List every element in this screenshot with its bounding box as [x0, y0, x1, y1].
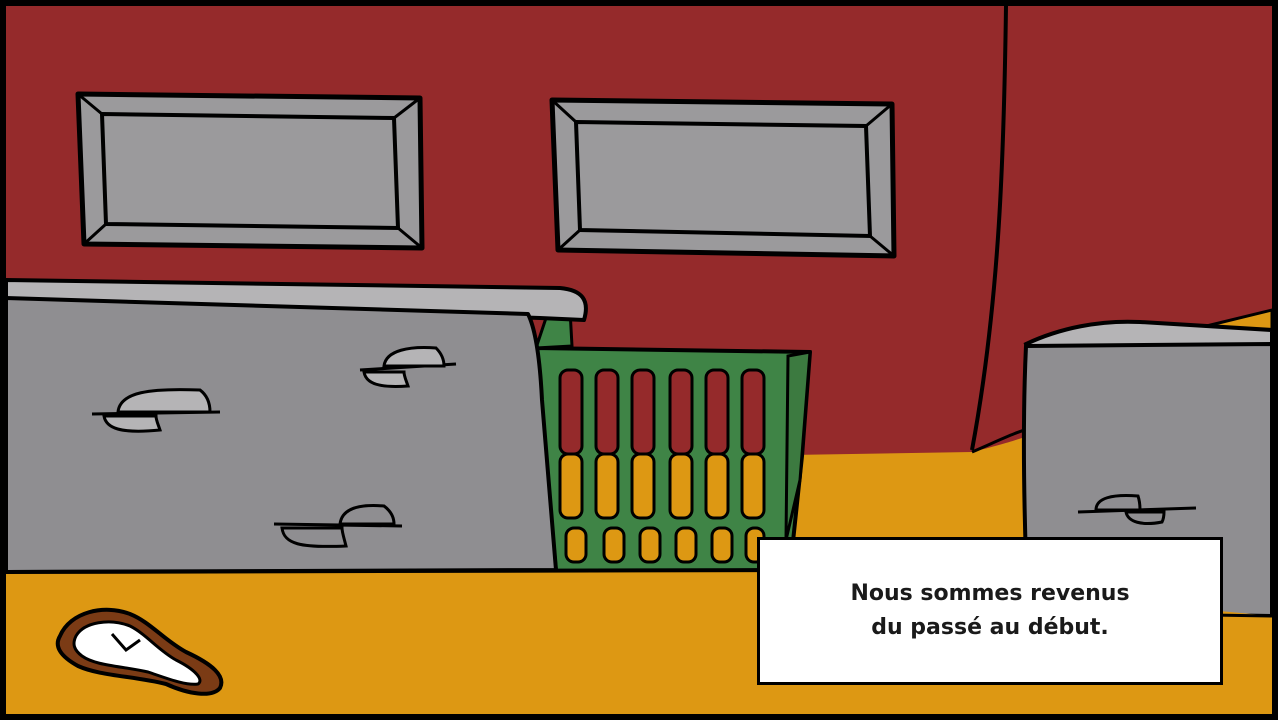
game-scene[interactable]: Nous sommes revenus du passé au début.: [0, 0, 1278, 720]
picture-frame-left: [75, 91, 425, 251]
dialog-text-line-2: du passé au début.: [871, 615, 1109, 640]
picture-frame-right: [549, 97, 897, 259]
dresser-left: [4, 278, 588, 574]
dialog-box[interactable]: Nous sommes revenus du passé au début.: [757, 537, 1223, 685]
dialog-text-line-1: Nous sommes revenus: [850, 581, 1130, 606]
